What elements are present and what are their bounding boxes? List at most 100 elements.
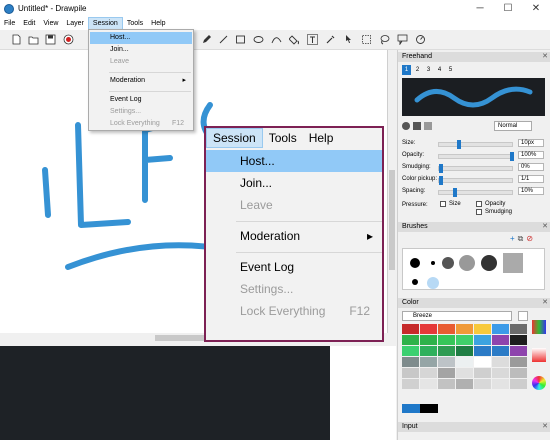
bezier-tool-icon[interactable] (270, 33, 283, 46)
palette-swatch[interactable] (420, 357, 437, 367)
palette-swatch[interactable] (456, 379, 473, 389)
smudging-slider[interactable] (438, 164, 513, 173)
palette-swatch[interactable] (402, 335, 419, 345)
palette-swatch[interactable] (474, 379, 491, 389)
size-slider[interactable] (438, 140, 513, 149)
palette-swatch[interactable] (420, 324, 437, 334)
color-pickup-value[interactable]: 1/1 (518, 175, 544, 183)
foreground-color[interactable] (402, 404, 420, 413)
palette-swatch[interactable] (510, 335, 527, 345)
palette-swatch[interactable] (402, 379, 419, 389)
palette-swatch[interactable] (510, 357, 527, 367)
zoomed-menu-help[interactable]: Help (303, 128, 340, 148)
palette-swatch[interactable] (420, 379, 437, 389)
new-file-icon[interactable] (10, 33, 23, 46)
brush-preset[interactable] (442, 257, 454, 269)
preset-tab[interactable]: 2 (413, 65, 422, 75)
palette-swatch[interactable] (438, 335, 455, 345)
palette-swatch[interactable] (438, 379, 455, 389)
palette-swatch[interactable] (438, 346, 455, 356)
brush-presets-list[interactable] (402, 248, 545, 290)
round-brush-icon[interactable] (402, 122, 410, 130)
record-icon[interactable] (62, 33, 75, 46)
pressure-opacity-checkbox[interactable] (476, 201, 482, 207)
color-palette-grid[interactable] (402, 324, 528, 394)
menu-view[interactable]: View (39, 17, 62, 30)
line-tool-icon[interactable] (217, 33, 230, 46)
palette-swatch[interactable] (438, 368, 455, 378)
palette-select[interactable]: Breeze (402, 311, 512, 321)
menu-file[interactable]: File (0, 17, 19, 30)
duplicate-brush-icon[interactable]: ⧉ (518, 234, 524, 244)
background-color[interactable] (420, 404, 438, 413)
palette-menu-icon[interactable] (518, 311, 528, 321)
palette-swatch[interactable] (456, 368, 473, 378)
delete-brush-icon[interactable]: ⊘ (526, 234, 533, 244)
panel-close-icon[interactable]: ✕ (542, 52, 548, 62)
palette-swatch[interactable] (456, 324, 473, 334)
preset-tab[interactable]: 5 (446, 65, 455, 75)
palette-swatch[interactable] (456, 346, 473, 356)
slider-handle[interactable] (439, 164, 443, 173)
pointer-tool-icon[interactable] (342, 33, 355, 46)
panel-close-icon[interactable]: ✕ (542, 422, 548, 432)
brush-preset[interactable] (431, 261, 435, 265)
palette-swatch[interactable] (510, 379, 527, 389)
palette-swatch[interactable] (510, 346, 527, 356)
save-icon[interactable] (44, 33, 57, 46)
color-swatches-icon[interactable] (532, 320, 546, 334)
soft-brush-icon[interactable] (424, 122, 432, 130)
preset-tab[interactable]: 1 (402, 65, 411, 75)
pressure-smudging-checkbox[interactable] (476, 209, 482, 215)
palette-swatch[interactable] (402, 357, 419, 367)
rectangle-tool-icon[interactable] (234, 33, 247, 46)
palette-swatch[interactable] (492, 335, 509, 345)
panel-close-icon[interactable]: ✕ (542, 298, 548, 308)
zoomed-menu-session[interactable]: Session (206, 128, 263, 148)
palette-swatch[interactable] (474, 324, 491, 334)
palette-swatch[interactable] (492, 324, 509, 334)
text-tool-icon[interactable] (306, 33, 319, 46)
opacity-value[interactable]: 100% (518, 151, 544, 159)
pressure-size-checkbox[interactable] (440, 201, 446, 207)
panel-close-icon[interactable]: ✕ (542, 222, 548, 232)
palette-swatch[interactable] (510, 368, 527, 378)
spacing-value[interactable]: 10% (518, 187, 544, 195)
pen-tool-icon[interactable] (200, 33, 213, 46)
brush-preset[interactable] (410, 258, 420, 268)
palette-swatch[interactable] (474, 368, 491, 378)
lasso-tool-icon[interactable] (378, 33, 391, 46)
palette-swatch[interactable] (474, 335, 491, 345)
preset-tab[interactable]: 3 (424, 65, 433, 75)
palette-swatch[interactable] (456, 357, 473, 367)
scroll-thumb[interactable] (389, 170, 395, 270)
palette-swatch[interactable] (438, 357, 455, 367)
ellipse-tool-icon[interactable] (252, 33, 265, 46)
zoomed-menu-tools[interactable]: Tools (263, 128, 303, 148)
color-picker-icon[interactable] (324, 33, 337, 46)
menu-item-event-log[interactable]: Event Log (90, 94, 192, 106)
fill-tool-icon[interactable] (288, 33, 301, 46)
palette-swatch[interactable] (510, 324, 527, 334)
minimize-button[interactable]: ─ (466, 0, 494, 17)
maximize-button[interactable]: ☐ (494, 0, 522, 17)
menu-item-host[interactable]: Host... (206, 150, 382, 172)
menu-item-event-log[interactable]: Event Log (206, 256, 382, 278)
zoom-tool-icon[interactable] (414, 33, 427, 46)
menu-item-moderation[interactable]: Moderation ▸ (90, 75, 192, 87)
add-brush-icon[interactable]: + (510, 234, 515, 244)
spacing-slider[interactable] (438, 188, 513, 197)
square-brush-icon[interactable] (413, 122, 421, 130)
palette-swatch[interactable] (402, 324, 419, 334)
color-pickup-slider[interactable] (438, 176, 513, 185)
color-wheel-icon[interactable] (532, 376, 546, 390)
close-button[interactable]: ✕ (522, 0, 550, 17)
palette-swatch[interactable] (420, 346, 437, 356)
menu-item-join[interactable]: Join... (206, 172, 382, 194)
palette-swatch[interactable] (492, 357, 509, 367)
slider-handle[interactable] (456, 140, 461, 149)
palette-swatch[interactable] (474, 346, 491, 356)
palette-swatch[interactable] (402, 346, 419, 356)
menu-item-host[interactable]: Host... (90, 32, 192, 44)
blend-mode-select[interactable]: Normal (494, 121, 532, 131)
